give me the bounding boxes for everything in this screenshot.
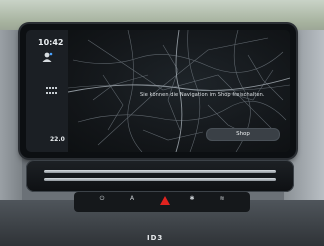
air-vent bbox=[26, 160, 294, 192]
profile-icon[interactable] bbox=[41, 52, 53, 62]
hazard-button[interactable] bbox=[160, 196, 170, 205]
model-badge: ID3 bbox=[147, 234, 164, 242]
power-icon: ⏻ bbox=[99, 195, 105, 202]
side-panel: 10:42 22.0 bbox=[26, 30, 69, 152]
vent-slat bbox=[44, 178, 276, 181]
map-view: Sie können die Navigation im Shop freisc… bbox=[68, 30, 290, 152]
vent-slat bbox=[44, 170, 276, 173]
heated-front-button[interactable]: ✱ bbox=[182, 195, 202, 209]
infotainment-screen: 10:42 22.0 Sie können die Navigation im … bbox=[26, 30, 290, 152]
heated-front-icon: ✱ bbox=[189, 195, 195, 202]
temperature: 22.0 bbox=[50, 136, 65, 143]
auto-icon: A bbox=[129, 195, 135, 202]
clock: 10:42 bbox=[38, 38, 64, 47]
heated-rear-button[interactable]: ≋ bbox=[212, 195, 232, 209]
apps-grid-icon[interactable] bbox=[46, 87, 57, 95]
shop-button[interactable]: Shop bbox=[206, 128, 280, 141]
navigation-message: Sie können die Navigation im Shop freisc… bbox=[140, 92, 265, 98]
heated-rear-icon: ≋ bbox=[219, 195, 225, 202]
power-button[interactable]: ⏻ bbox=[92, 195, 112, 209]
auto-button[interactable]: A bbox=[122, 195, 142, 209]
